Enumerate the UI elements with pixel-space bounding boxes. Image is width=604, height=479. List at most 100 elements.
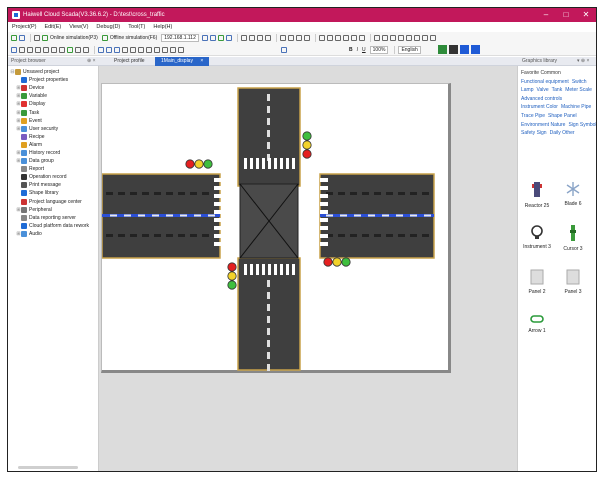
device-view-icon[interactable] [459,45,469,54]
align-left-icon[interactable] [318,35,325,41]
align-center-icon[interactable] [326,35,333,41]
library-item[interactable]: Blade 6 [558,181,588,207]
menu-view[interactable]: View(V) [69,24,88,30]
tree-item[interactable]: Data reporting server [8,214,98,222]
run-icon[interactable] [437,45,447,54]
tool-icon[interactable] [248,35,255,41]
tree-item[interactable]: ⊞ Event [8,117,98,125]
italic-button[interactable]: I [357,47,358,53]
tree-item[interactable]: Alarm [8,141,98,149]
library-item[interactable]: Instrument 3 [522,224,552,250]
design-canvas[interactable] [99,66,517,471]
stroke-icon[interactable] [178,46,184,53]
zoom-out-icon[interactable] [106,46,112,53]
library-category-link[interactable]: Safety Sign [521,130,547,136]
underline-button[interactable]: U [362,47,366,53]
button-tool-icon[interactable] [67,46,73,53]
zoom-fit-icon[interactable] [114,46,120,53]
online-simulation-button[interactable]: Online simulation(P3) [50,35,98,41]
library-category-link[interactable]: Trace Pipe [521,113,545,119]
tab-main-display[interactable]: 1Main_display × [155,57,210,66]
library-item[interactable]: Panel 3 [558,269,588,295]
layout-icon[interactable] [470,45,480,54]
cut-icon[interactable] [279,35,286,41]
new-project-icon[interactable] [11,35,17,41]
fill-icon[interactable] [170,46,176,53]
library-category-link[interactable]: Tank [552,87,563,93]
library-category-link[interactable]: Switch [572,79,587,85]
tree-item[interactable]: Cloud platform data rework [8,222,98,230]
image-tool-icon[interactable] [83,46,89,53]
library-item[interactable]: Reactor 25 [522,181,552,209]
library-item[interactable]: Arrow 1 [522,314,552,334]
menu-project[interactable]: Project(P) [12,24,36,30]
language-combo[interactable]: English [398,45,421,54]
ungroup-icon[interactable] [421,35,428,41]
tree-item[interactable]: ⊞ Variable [8,92,98,100]
align-right-icon[interactable] [334,35,341,41]
horizontal-scrollbar[interactable] [18,466,78,469]
ellipse-tool-icon[interactable] [27,46,33,53]
device-icon[interactable] [217,35,224,41]
maximize-button[interactable]: □ [556,8,576,22]
tree-item[interactable]: ⊞ History record [8,149,98,157]
ip-address-combo[interactable]: 192.168.1.112 [161,34,199,42]
tree-item[interactable]: ⊞ Device [8,84,98,92]
tree-item[interactable]: Shape library [8,189,98,197]
download-icon[interactable] [201,35,208,41]
upload-icon[interactable] [209,35,216,41]
tab-project-profile[interactable]: Project profile [108,57,151,66]
paste-icon[interactable] [295,35,302,41]
library-category-link[interactable]: Favorite Common [521,70,561,76]
menu-help[interactable]: Help(H) [153,24,172,30]
minimize-button[interactable]: – [536,8,556,22]
online-play-icon[interactable] [42,35,48,41]
group-icon[interactable] [413,35,420,41]
menu-tool[interactable]: Tool(T) [128,24,145,30]
library-category-link[interactable]: Lamp [521,87,534,93]
project-browser-pin[interactable]: ⊕ × [84,57,96,66]
copy-icon[interactable] [287,35,294,41]
compile-icon[interactable] [34,35,40,41]
graphics-library-pin[interactable]: ▾ ⊕ × [574,57,589,66]
replace-icon[interactable] [264,35,271,41]
settings-icon[interactable] [240,35,247,41]
library-category-link[interactable]: Daily Other [550,130,575,136]
align-bottom-icon[interactable] [358,35,365,41]
text-tool-icon[interactable] [75,46,81,53]
arc-tool-icon[interactable] [51,46,57,53]
library-category-link[interactable]: Meter Scale [565,87,592,93]
tree-item[interactable]: Project language center [8,198,98,206]
library-category-link[interactable]: Instrument Color [521,104,558,110]
close-button[interactable]: ✕ [576,8,596,22]
lock-icon[interactable] [429,35,436,41]
tree-item[interactable]: Recipe [8,133,98,141]
pipe-tool-icon[interactable] [59,46,65,53]
tree-item[interactable]: ⊟ Unsaved project [8,68,98,76]
delete-icon[interactable] [303,35,310,41]
layer-down-icon[interactable] [130,46,136,53]
find-icon[interactable] [256,35,263,41]
tree-item[interactable]: ⊞ Peripheral [8,206,98,214]
same-size-icon[interactable] [389,35,396,41]
library-category-link[interactable]: Machine Pipe [561,104,591,110]
menu-edit[interactable]: Edit(E) [44,24,61,30]
bold-button[interactable]: B [349,47,353,53]
tree-item[interactable]: ⊞ Task [8,108,98,116]
grid-icon[interactable] [138,46,144,53]
tree-item[interactable]: Operation record [8,173,98,181]
layer-up-icon[interactable] [122,46,128,53]
snap-icon[interactable] [146,46,152,53]
library-category-link[interactable]: Sign Symbol [568,122,596,128]
tree-item[interactable]: ⊞ User security [8,125,98,133]
offline-simulation-button[interactable]: Offline simulation(F6) [110,35,157,41]
tree-item[interactable]: Project properties [8,76,98,84]
display-sheet[interactable] [101,83,451,373]
same-width-icon[interactable] [373,35,380,41]
library-category-link[interactable]: Functional equipment [521,79,569,85]
tree-item[interactable]: ⊞ Data group [8,157,98,165]
menu-debug[interactable]: Debug(D) [96,24,120,30]
h-space-icon[interactable] [397,35,404,41]
zoom-in-icon[interactable] [98,46,104,53]
flip-icon[interactable] [162,46,168,53]
